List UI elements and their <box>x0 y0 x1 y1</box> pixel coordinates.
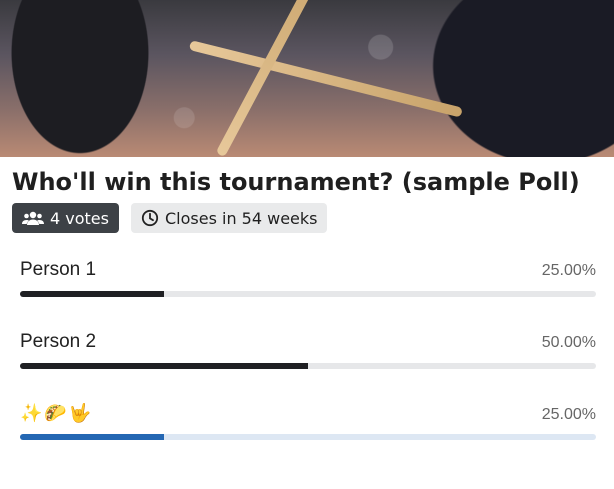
result-bar-fill <box>20 363 308 369</box>
clock-icon <box>141 209 159 227</box>
poll-meta: 4 votes Closes in 54 weeks <box>12 203 596 233</box>
result-bar-track <box>20 363 596 369</box>
option-percent: 25.00% <box>541 262 596 279</box>
closes-badge: Closes in 54 weeks <box>130 203 328 233</box>
result-bar-fill <box>20 291 164 297</box>
poll-card: Who'll win this tournament? (sample Poll… <box>0 167 614 440</box>
poll-option-selected[interactable]: ✨🌮🤟 25.00% <box>20 403 596 440</box>
fighter-left <box>0 0 160 157</box>
result-bar-track <box>20 291 596 297</box>
fighter-right <box>414 0 614 157</box>
poll-option[interactable]: Person 2 50.00% <box>20 331 596 369</box>
option-percent: 50.00% <box>541 334 596 351</box>
votes-badge: 4 votes <box>12 203 119 233</box>
poll-option[interactable]: Person 1 25.00% <box>20 259 596 297</box>
users-icon <box>22 210 44 226</box>
result-bar-track <box>20 434 596 440</box>
closes-text: Closes in 54 weeks <box>164 208 318 228</box>
option-label: ✨🌮🤟 <box>20 403 94 423</box>
poll-title: Who'll win this tournament? (sample Poll… <box>12 168 580 196</box>
votes-count: 4 votes <box>50 208 109 228</box>
option-label: Person 1 <box>20 259 97 280</box>
result-bar-fill <box>20 434 164 440</box>
poll-options: Person 1 25.00% Person 2 50.00% ✨🌮🤟 25.0… <box>12 259 596 440</box>
option-label: Person 2 <box>20 331 97 352</box>
option-percent: 25.00% <box>541 406 596 423</box>
poll-cover-image <box>0 0 614 157</box>
